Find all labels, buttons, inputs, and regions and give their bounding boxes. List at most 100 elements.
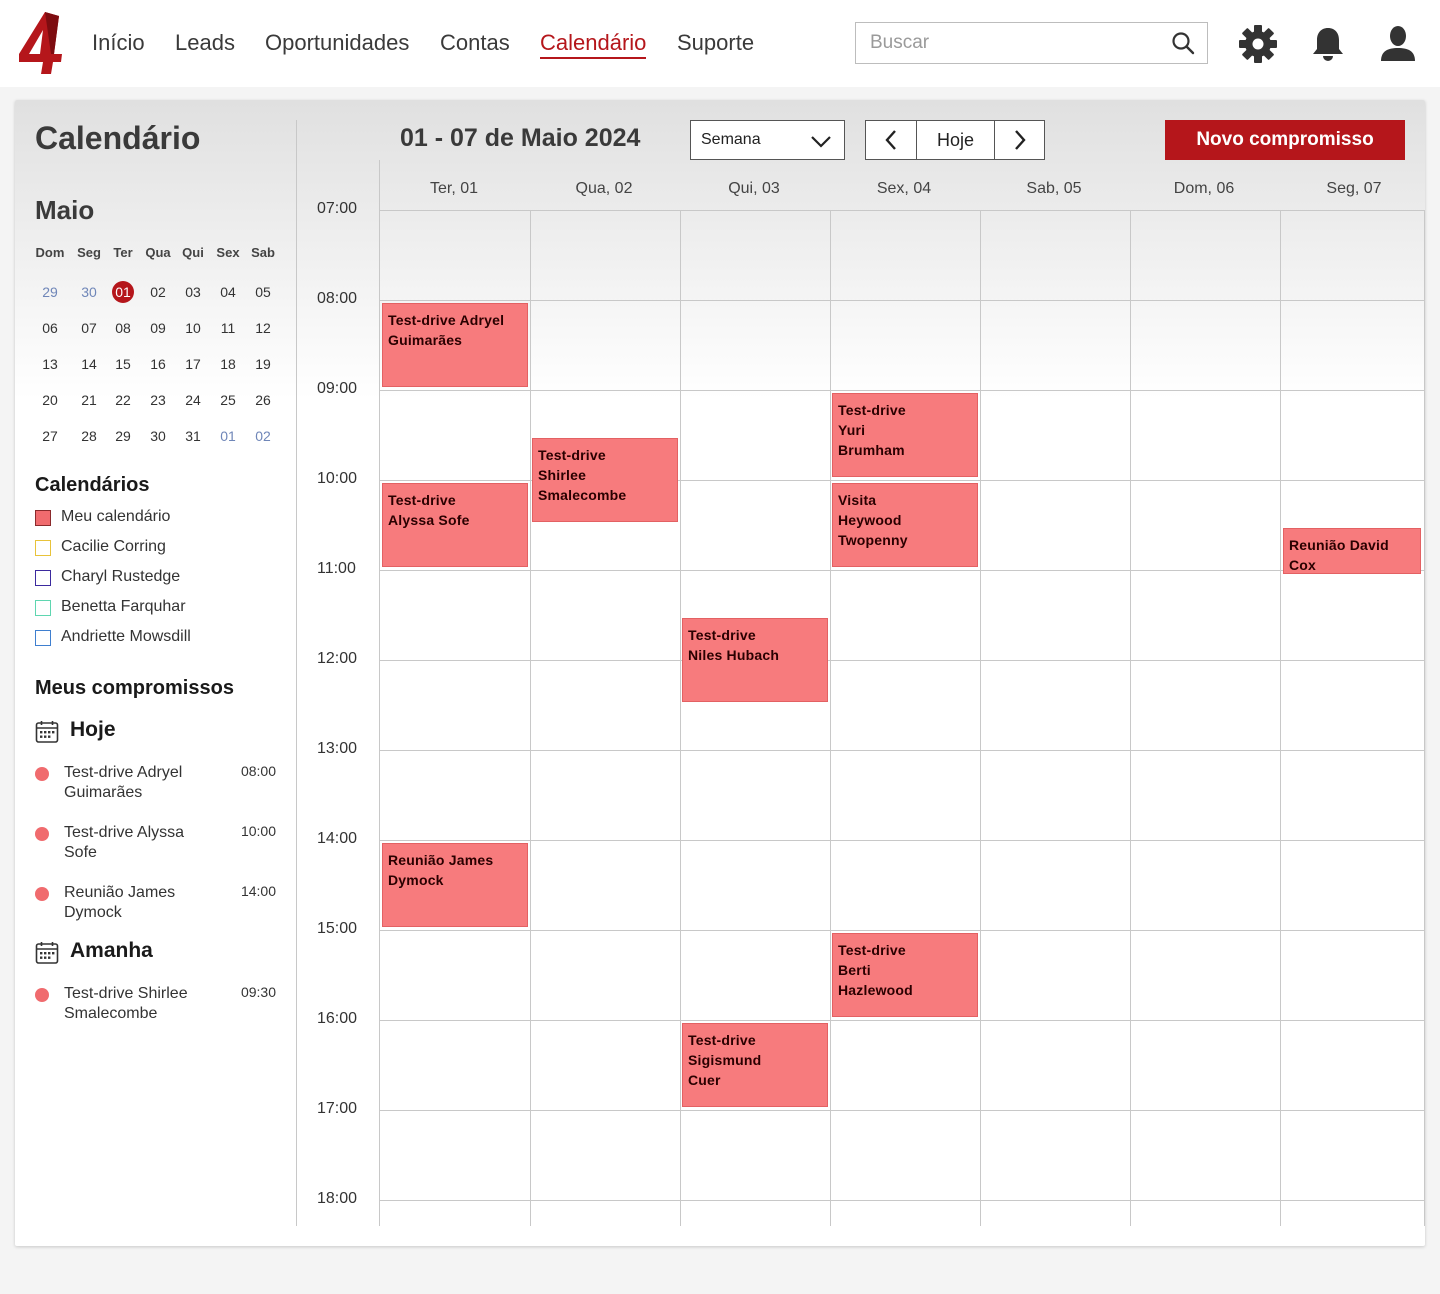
mini-calendar-day[interactable]: 28: [72, 425, 106, 447]
mini-calendar-day[interactable]: 22: [106, 389, 140, 411]
mini-calendar-month: Maio: [35, 195, 95, 225]
day-header-qui-03: Qui, 03: [728, 180, 780, 197]
calendar-event[interactable]: Test-drive Alyssa Sofe: [382, 483, 528, 567]
new-appointment-button[interactable]: Novo compromisso: [1165, 120, 1405, 160]
calendar-checkbox[interactable]: [35, 570, 51, 586]
mini-calendar-day[interactable]: 21: [72, 389, 106, 411]
hour-label-1800: 18:00: [317, 1190, 358, 1207]
search-input[interactable]: [856, 23, 1156, 63]
mini-calendar-day[interactable]: 02: [141, 281, 175, 303]
mini-calendar-day[interactable]: 15: [106, 353, 140, 375]
hour-gridline: [379, 660, 1425, 661]
mini-calendar-day[interactable]: 05: [246, 281, 280, 303]
mini-calendar-day[interactable]: 23: [141, 389, 175, 411]
mini-calendar-day[interactable]: 04: [211, 281, 245, 303]
mini-calendar-day[interactable]: 29: [33, 281, 67, 303]
mini-calendar-day[interactable]: 20: [33, 389, 67, 411]
calendars-title: Calendários: [35, 474, 150, 496]
nav-item-calendario[interactable]: Calendário: [540, 30, 647, 59]
calendar-event[interactable]: Test-drive Niles Hubach: [682, 618, 828, 702]
nav-item-inicio[interactable]: Início: [92, 30, 145, 56]
search-icon[interactable]: [1171, 31, 1195, 55]
mini-calendar-day[interactable]: 30: [72, 281, 106, 303]
mini-calendar-day[interactable]: 08: [106, 317, 140, 339]
mini-calendar-day[interactable]: 16: [141, 353, 175, 375]
mini-calendar-day[interactable]: 11: [211, 317, 245, 339]
mini-calendar-day[interactable]: 17: [176, 353, 210, 375]
appointment-item[interactable]: Reunião James Dymock 14:00: [35, 883, 280, 927]
mini-calendar-day[interactable]: 12: [246, 317, 280, 339]
calendar-checkbox[interactable]: [35, 630, 51, 646]
mini-calendar-day[interactable]: 06: [33, 317, 67, 339]
appointment-name: Test-drive Alyssa Sofe: [64, 824, 185, 861]
appointment-item[interactable]: Test-drive Alyssa Sofe 10:00: [35, 823, 280, 867]
calendar-event[interactable]: Test-drive Sigismund Cuer: [682, 1023, 828, 1107]
mini-calendar-day[interactable]: 01: [106, 281, 140, 303]
mini-calendar-day[interactable]: 13: [33, 353, 67, 375]
nav-item-contas[interactable]: Contas: [440, 30, 510, 56]
mini-calendar-day[interactable]: 27: [33, 425, 67, 447]
appointment-time: 08:00: [240, 763, 276, 779]
mini-calendar-day[interactable]: 03: [176, 281, 210, 303]
mini-calendar-day[interactable]: 30: [141, 425, 175, 447]
mini-calendar-day[interactable]: 25: [211, 389, 245, 411]
mini-calendar-day[interactable]: 10: [176, 317, 210, 339]
mini-weekday-seg: Seg: [77, 245, 101, 260]
bell-icon[interactable]: [1308, 24, 1348, 64]
next-week-button[interactable]: [995, 121, 1044, 159]
appointment-color-dot: [35, 887, 49, 901]
calendar-event[interactable]: Visita Heywood Twopenny: [832, 483, 978, 567]
mini-calendar-day[interactable]: 09: [141, 317, 175, 339]
hour-label-0800: 08:00: [317, 290, 358, 307]
mini-calendar-day[interactable]: 14: [72, 353, 106, 375]
mini-calendar-day[interactable]: 18: [211, 353, 245, 375]
mini-calendar-day[interactable]: 29: [106, 425, 140, 447]
nav-item-suporte[interactable]: Suporte: [677, 30, 754, 56]
mini-weekday-dom: Dom: [35, 245, 65, 260]
mini-calendar-day[interactable]: 24: [176, 389, 210, 411]
appointment-item[interactable]: Test-drive Shirlee Smalecombe 09:30: [35, 984, 280, 1028]
event-title-line: Twopenny: [838, 532, 908, 548]
hour-label-1000: 10:00: [317, 470, 358, 487]
mini-calendar-day[interactable]: 07: [72, 317, 106, 339]
day-column-divider: [980, 210, 981, 1226]
brand-logo-icon[interactable]: [15, 10, 65, 76]
mini-weekday-qua: Qua: [145, 245, 171, 260]
calendar-card: Calendário Maio Dom Seg Ter Qua Qui Sex Sab 29 3…: [15, 100, 1425, 1246]
day-header-ter-01: Ter, 01: [429, 180, 479, 197]
calendar-event[interactable]: Reunião David Cox: [1283, 528, 1421, 574]
my-appointments-title: Meus compromissos: [35, 677, 234, 699]
appointment-name: Test-drive Adryel Guimarães: [64, 764, 183, 801]
mini-calendar-day[interactable]: 26: [246, 389, 280, 411]
calendar-checkbox[interactable]: [35, 540, 51, 556]
previous-week-button[interactable]: [866, 121, 917, 159]
hour-gridline: [379, 1200, 1425, 1201]
appointment-color-dot: [35, 827, 49, 841]
mini-weekday-qui: Qui: [182, 245, 204, 260]
mini-calendar-day[interactable]: 19: [246, 353, 280, 375]
calendar-event[interactable]: Test-drive Shirlee Smalecombe: [532, 438, 678, 522]
nav-item-oportunidades[interactable]: Oportunidades: [265, 30, 409, 56]
mini-calendar-day[interactable]: 01: [211, 425, 245, 447]
view-select[interactable]: Semana: [690, 120, 845, 160]
nav-item-leads[interactable]: Leads: [175, 30, 235, 56]
gear-icon[interactable]: [1238, 24, 1278, 64]
chevron-down-icon: [811, 136, 831, 148]
hour-gridline: [379, 930, 1425, 931]
event-title-line: Test-drive: [388, 492, 456, 508]
mini-calendar-day[interactable]: 31: [176, 425, 210, 447]
date-range-title: 01 - 07 de Maio 2024: [400, 124, 641, 152]
calendar-checkbox[interactable]: [35, 600, 51, 616]
calendar-event[interactable]: Reunião James Dymock: [382, 843, 528, 927]
calendar-checkbox[interactable]: [35, 510, 51, 526]
calendar-event[interactable]: Test-drive Adryel Guimarães: [382, 303, 528, 387]
event-title-line: Cuer: [688, 1072, 721, 1088]
calendar-event[interactable]: Test-drive Berti Hazlewood: [832, 933, 978, 1017]
today-button[interactable]: Hoje: [917, 121, 995, 159]
appointment-item[interactable]: Test-drive Adryel Guimarães 08:00: [35, 763, 280, 807]
appointment-time: 14:00: [240, 883, 276, 899]
mini-calendar-day[interactable]: 02: [246, 425, 280, 447]
user-avatar-icon[interactable]: [1378, 24, 1418, 64]
calendar-name: Meu calendário: [61, 508, 171, 525]
calendar-event[interactable]: Test-drive Yuri Brumham: [832, 393, 978, 477]
